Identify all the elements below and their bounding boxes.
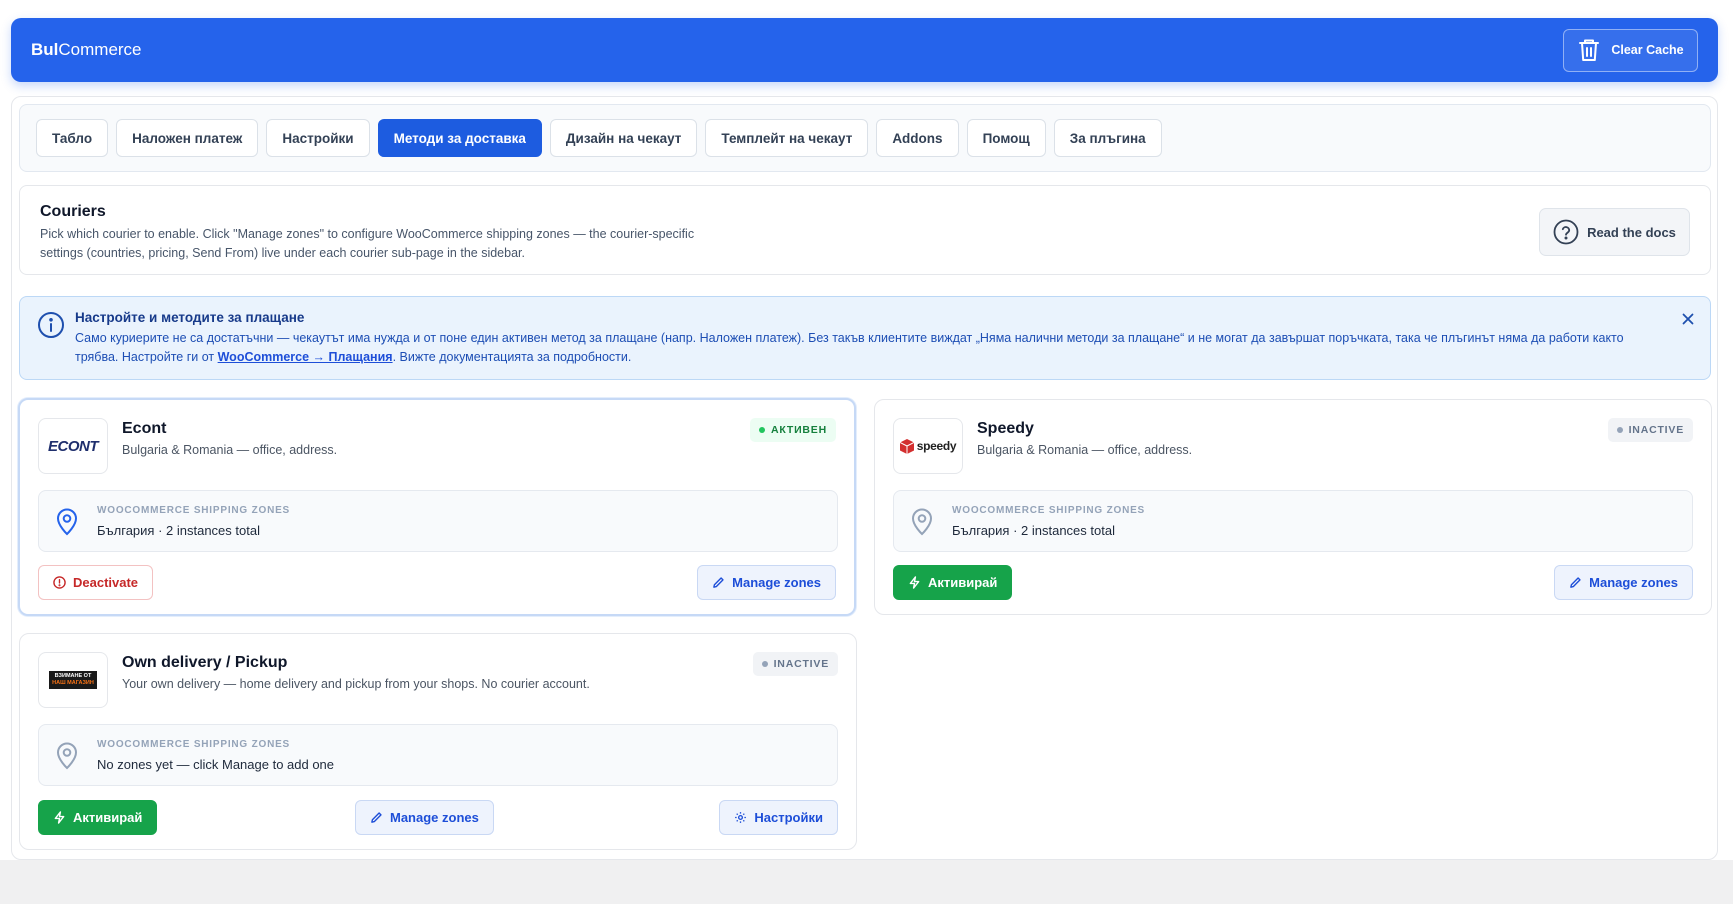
pencil-icon [713, 577, 724, 588]
own-delivery-logo: ВЗИМАНЕ ОТ НАШ МАГАЗИН [38, 652, 108, 708]
zones-label: WOOCOMMERCE SHIPPING ZONES [97, 739, 291, 750]
payment-info-banner: Настройте и методите за плащане Само кур… [19, 296, 1711, 380]
shipping-zones-box: WOOCOMMERCE SHIPPING ZONES България · 2 … [893, 490, 1693, 552]
tab-help[interactable]: Помощ [966, 119, 1046, 157]
help-circle-icon [1553, 219, 1579, 245]
zones-value: No zones yet — click Manage to add one [97, 757, 335, 772]
couriers-title: Couriers [40, 203, 106, 220]
read-docs-label: Read the docs [1587, 224, 1676, 240]
courier-subtitle: Your own delivery — home delivery and pi… [122, 677, 590, 691]
courier-name: Own delivery / Pickup [122, 654, 288, 671]
tab-about[interactable]: За плъгина [1053, 119, 1162, 157]
tab-checkout-design[interactable]: Дизайн на чекаут [549, 119, 698, 157]
courier-name: Speedy [977, 420, 1034, 437]
main-panel: Табло Наложен платеж Настройки Методи за… [11, 96, 1718, 860]
brand-logo: BulCommerce [31, 40, 142, 59]
read-docs-button[interactable]: Read the docs [1539, 208, 1690, 256]
info-icon [38, 312, 64, 338]
status-badge: INACTIVE [752, 652, 838, 676]
status-dot [761, 661, 768, 667]
courier-subtitle: Bulgaria & Romania — office, address. [977, 443, 1193, 457]
woocommerce-payments-link[interactable]: WooCommerce → Плащания [218, 350, 393, 364]
shipping-zones-box: WOOCOMMERCE SHIPPING ZONES No zones yet … [38, 724, 838, 786]
manage-zones-button[interactable]: Manage zones [697, 565, 836, 600]
zones-value: България · 2 instances total [97, 523, 260, 538]
deactivate-button[interactable]: Deactivate [38, 565, 154, 600]
zones-value: България · 2 instances total [952, 523, 1115, 538]
zones-label: WOOCOMMERCE SHIPPING ZONES [97, 505, 291, 516]
tab-cod[interactable]: Наложен платеж [116, 119, 259, 157]
courier-card-own-delivery: ВЗИМАНЕ ОТ НАШ МАГАЗИН Own delivery / Pi… [19, 633, 857, 850]
zones-label: WOOCOMMERCE SHIPPING ZONES [952, 505, 1146, 516]
settings-button[interactable]: Настройки [719, 800, 838, 835]
gear-icon [735, 812, 747, 823]
courier-subtitle: Bulgaria & Romania — office, address. [122, 443, 338, 457]
top-bar: BulCommerce Clear Cache [11, 18, 1718, 82]
clear-cache-button[interactable]: Clear Cache [1563, 28, 1698, 72]
couriers-description: Pick which courier to enable. Click "Man… [40, 227, 695, 260]
manage-zones-button[interactable]: Manage zones [355, 800, 494, 835]
courier-card-econt: ECONT Econt Bulgaria & Romania — office,… [18, 398, 856, 616]
speedy-cube-icon [899, 438, 914, 454]
tab-bar: Табло Наложен платеж Настройки Методи за… [19, 104, 1711, 172]
map-pin-icon [56, 742, 78, 770]
couriers-header-card: Couriers Pick which courier to enable. C… [19, 185, 1711, 275]
tab-dashboard[interactable]: Табло [36, 119, 109, 157]
pencil-icon [371, 812, 382, 823]
tab-addons[interactable]: Addons [876, 119, 959, 157]
pencil-icon [1570, 577, 1581, 588]
info-banner-text: Само куриерите не са достатъчни — чекаут… [75, 331, 1624, 364]
trash-icon [1579, 39, 1600, 61]
econt-logo: ECONT [38, 418, 108, 474]
lightning-icon [54, 811, 65, 824]
courier-name: Econt [122, 420, 167, 437]
shipping-zones-box: WOOCOMMERCE SHIPPING ZONES България · 2 … [38, 490, 838, 552]
lightning-icon [909, 576, 920, 589]
speedy-logo: speedy [893, 418, 963, 474]
status-dot [1616, 427, 1623, 433]
clear-cache-label: Clear Cache [1611, 43, 1684, 57]
activate-button[interactable]: Активирай [38, 800, 158, 835]
map-pin-icon [56, 508, 78, 536]
info-banner-title: Настройте и методите за плащане [75, 310, 305, 325]
tab-settings[interactable]: Настройки [266, 119, 370, 157]
close-icon[interactable] [1680, 311, 1696, 327]
alert-circle-icon [53, 576, 66, 589]
tab-checkout-template[interactable]: Темплейт на чекаут [705, 119, 869, 157]
status-badge: INACTIVE [1607, 418, 1693, 442]
activate-button[interactable]: Активирай [893, 565, 1013, 600]
tab-shipping-methods[interactable]: Методи за доставка [377, 119, 542, 157]
status-dot [759, 427, 766, 433]
courier-card-speedy: speedy Speedy Bulgaria & Romania — offic… [874, 399, 1712, 615]
map-pin-icon [911, 508, 933, 536]
manage-zones-button[interactable]: Manage zones [1554, 565, 1693, 600]
status-badge: АКТИВЕН [750, 418, 836, 442]
